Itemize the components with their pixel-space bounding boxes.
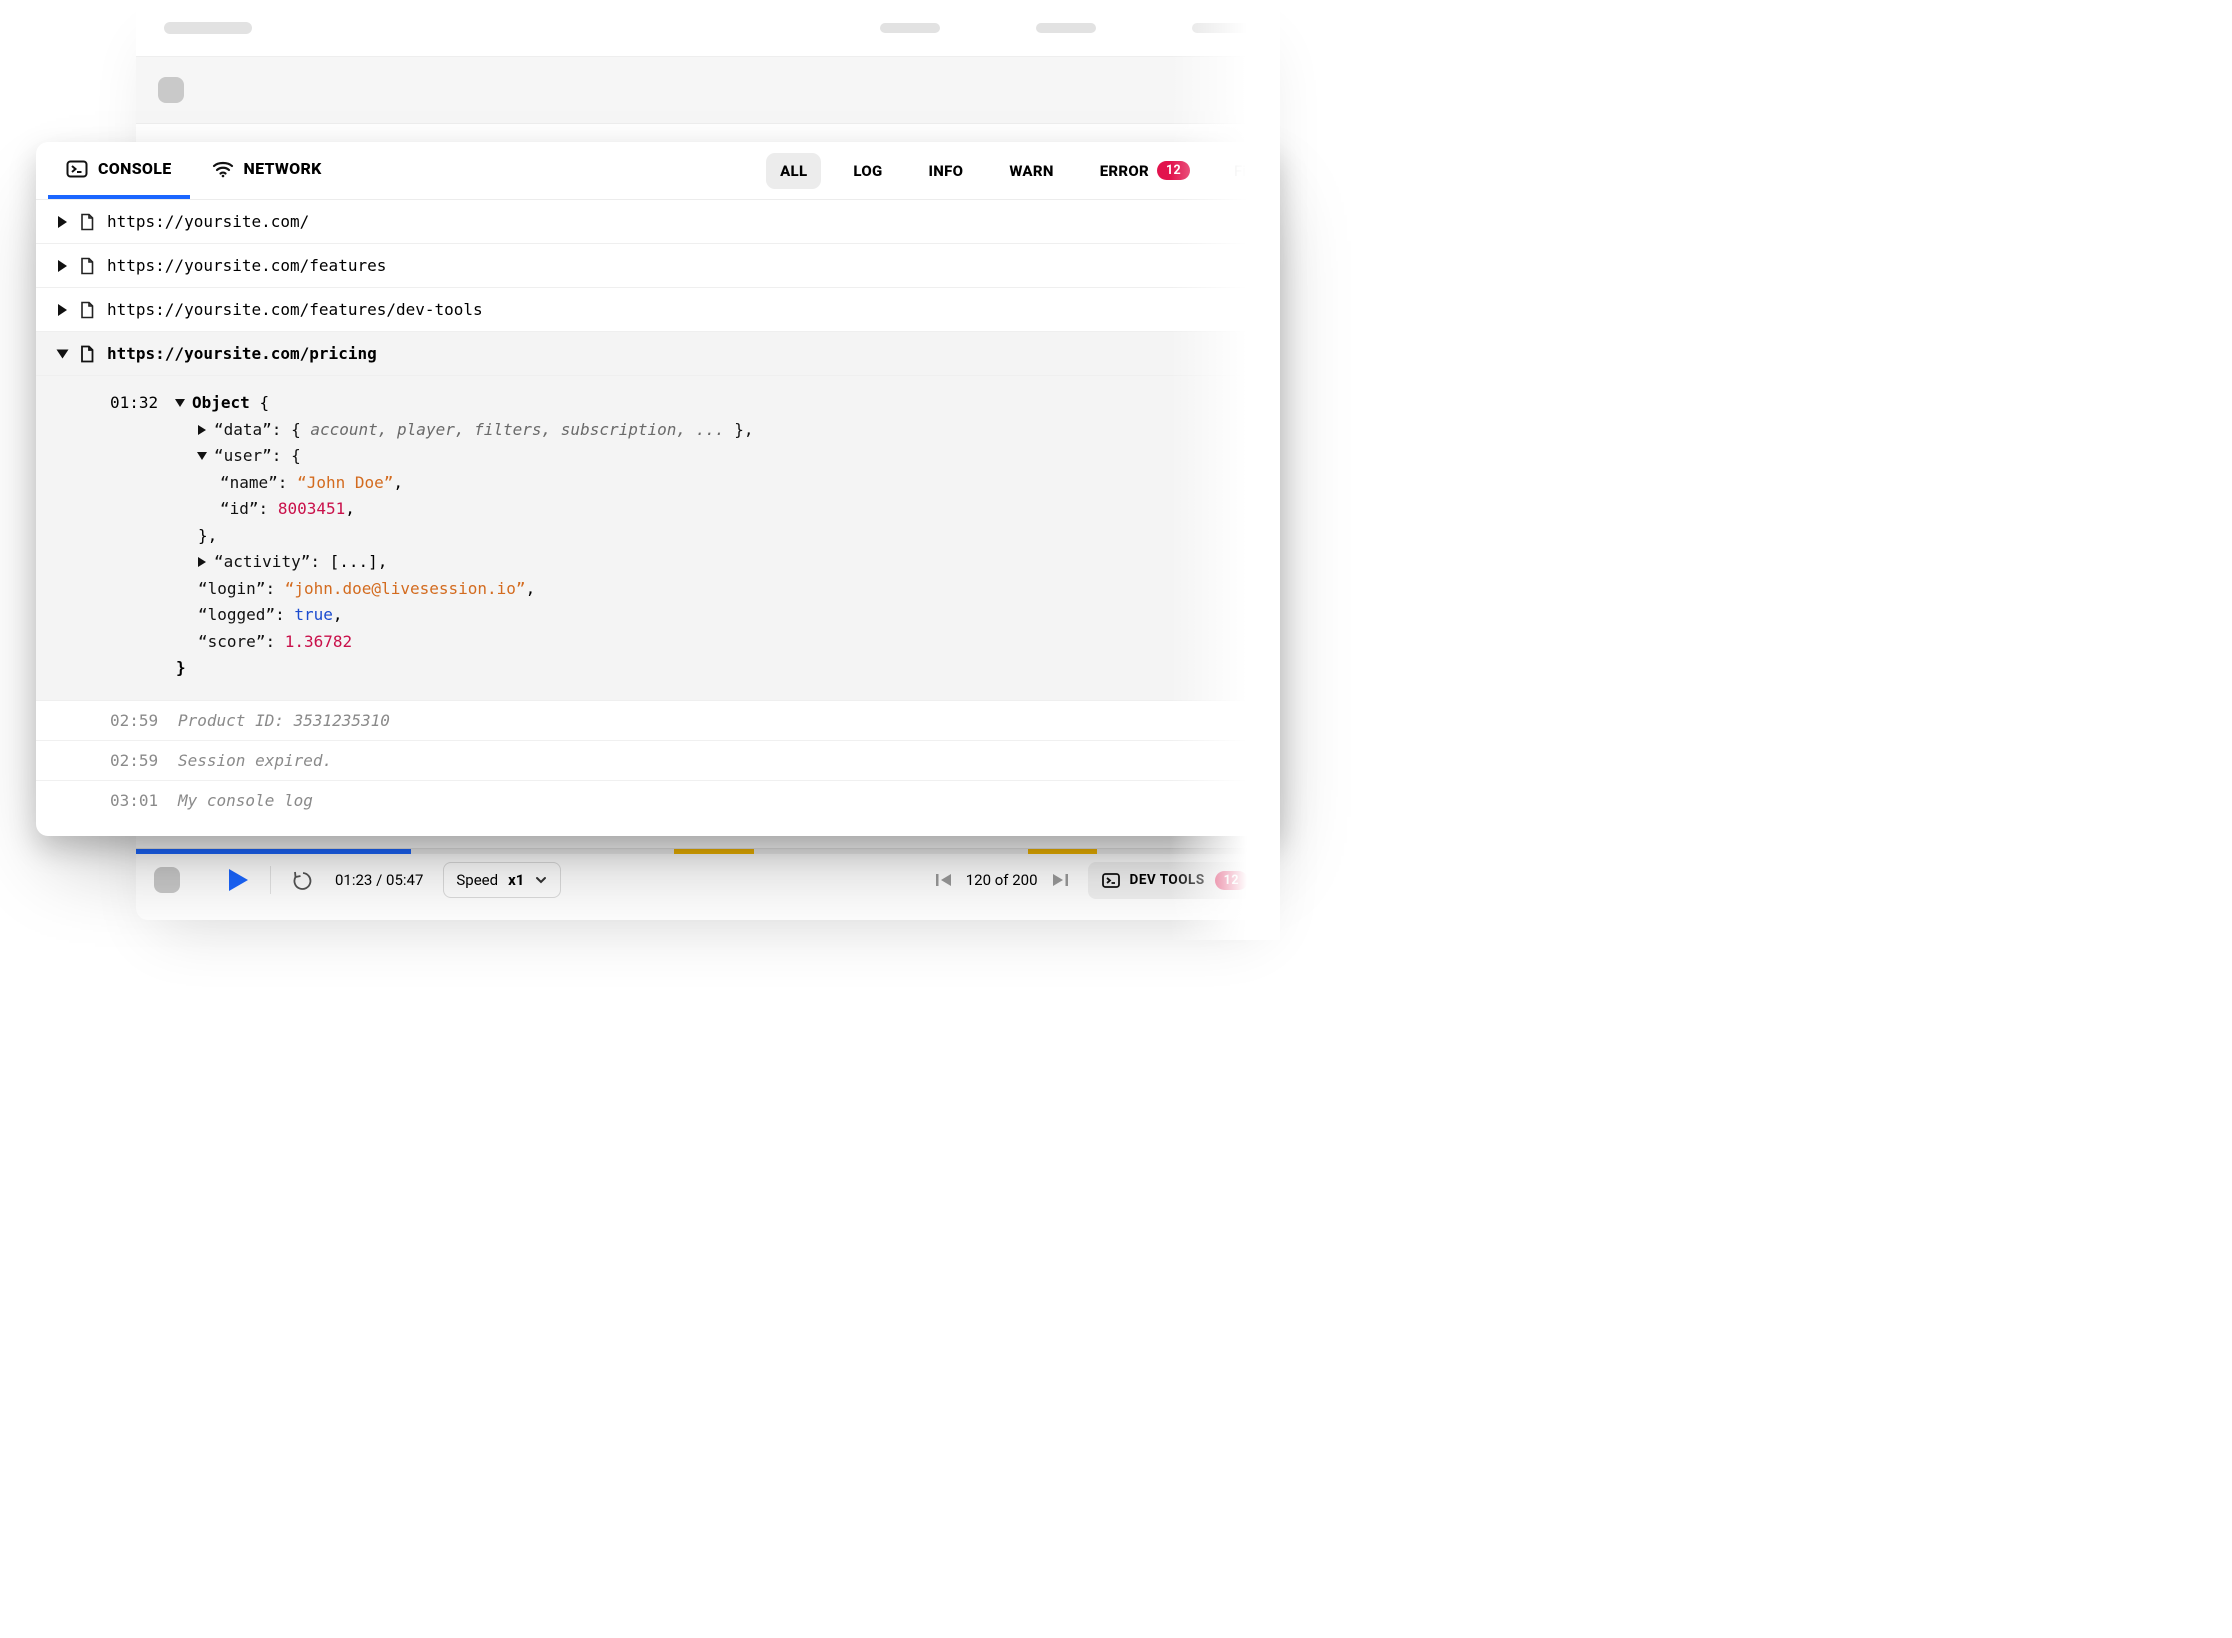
replay-browser-topbar — [136, 0, 1280, 56]
caret-down-icon — [175, 399, 185, 407]
time-total: 05:47 — [386, 871, 423, 889]
divider — [270, 866, 271, 894]
page-row[interactable]: https://yoursite.com/features/dev-tools — [36, 288, 1280, 332]
devtools-panel: CONSOLE NETWORK ALL LOG INFO WARN ERROR … — [36, 142, 1280, 836]
log-timestamp: 02:59 — [110, 711, 160, 730]
tab-console-label: CONSOLE — [98, 159, 172, 178]
file-icon — [79, 345, 95, 363]
prev-session-button[interactable] — [936, 872, 954, 888]
time-display: 01:23 / 05:47 — [335, 871, 423, 889]
user-avatar — [154, 867, 180, 893]
page-row[interactable]: https://yoursite.com/features — [36, 244, 1280, 288]
console-object: 01:32 Object { “data”: { account, player… — [36, 376, 1280, 701]
object-key-user-id: “id”: 8003451, — [176, 496, 753, 523]
devtools-tabbar: CONSOLE NETWORK ALL LOG INFO WARN ERROR … — [36, 142, 1280, 200]
log-timestamp: 03:01 — [110, 791, 160, 810]
filter-input[interactable]: Filter — [1228, 162, 1268, 180]
log-message: My console log — [178, 791, 313, 810]
caret-down-icon — [197, 452, 207, 460]
filter-log[interactable]: LOG — [839, 153, 896, 189]
tab-console[interactable]: CONSOLE — [48, 142, 190, 199]
log-row[interactable]: 02:59 Product ID: 3531235310 — [36, 701, 1280, 741]
caret-right-icon — [58, 216, 67, 228]
file-icon — [79, 257, 95, 275]
object-key-data[interactable]: “data”: { account, player, filters, subs… — [176, 417, 753, 444]
caret-down-icon — [57, 349, 69, 358]
tab-network[interactable]: NETWORK — [194, 142, 340, 199]
log-level-filters: ALL LOG INFO WARN ERROR 12 Filter — [766, 152, 1268, 189]
skeleton-title — [164, 22, 252, 34]
object-key-user-name: “name”: “John Doe”, — [176, 470, 753, 497]
file-icon — [79, 301, 95, 319]
console-icon — [1102, 873, 1120, 888]
page-url: https://yoursite.com/features/dev-tools — [107, 300, 483, 319]
object-header[interactable]: Object { — [176, 390, 753, 417]
tab-network-label: NETWORK — [244, 159, 322, 178]
page-url: https://yoursite.com/ — [107, 212, 309, 231]
filter-all[interactable]: ALL — [766, 153, 821, 189]
session-pager: 120 of 200 — [936, 871, 1068, 889]
filter-info[interactable]: INFO — [915, 153, 978, 189]
log-timestamp: 01:32 — [110, 390, 160, 417]
page-row[interactable]: https://yoursite.com/pricing — [36, 332, 1280, 376]
devtools-toggle-button[interactable]: DEV TOOLS 12 — [1088, 862, 1262, 899]
wifi-icon — [212, 160, 234, 178]
error-count-badge: 12 — [1157, 161, 1190, 180]
skeleton-nav-item — [880, 23, 940, 33]
skeleton-nav-item — [1036, 23, 1096, 33]
log-row[interactable]: 03:01 My console log — [36, 781, 1280, 820]
speed-label: Speed — [456, 871, 498, 889]
devtools-badge: 12 — [1215, 871, 1248, 890]
time-current: 01:23 — [335, 871, 372, 889]
console-icon — [66, 160, 88, 178]
object-key-user[interactable]: “user”: { — [176, 443, 753, 470]
log-message: Session expired. — [178, 751, 332, 770]
object-key-login: “login”: “john.doe@livesession.io”, — [176, 576, 753, 603]
page-url: https://yoursite.com/features — [107, 256, 386, 275]
speed-value: x1 — [508, 871, 524, 889]
chevron-down-icon — [534, 873, 548, 887]
log-row[interactable]: 02:59 Session expired. — [36, 741, 1280, 781]
object-key-score: “score”: 1.36782 — [176, 629, 753, 656]
caret-right-icon — [58, 304, 67, 316]
object-close: } — [176, 655, 753, 682]
rewind-button[interactable] — [291, 868, 315, 892]
page-row[interactable]: https://yoursite.com/ — [36, 200, 1280, 244]
pager-text: 120 of 200 — [966, 871, 1038, 889]
object-key-logged: “logged”: true, — [176, 602, 753, 629]
console-log-area: https://yoursite.com/ https://yoursite.c… — [36, 200, 1280, 836]
caret-right-icon — [58, 260, 67, 272]
avatar-placeholder — [158, 77, 184, 103]
object-key-activity[interactable]: “activity”: [...], — [176, 549, 753, 576]
log-message: Product ID: 3531235310 — [178, 711, 390, 730]
next-session-button[interactable] — [1050, 872, 1068, 888]
speed-selector[interactable]: Speed x1 — [443, 862, 561, 898]
replay-browser-header — [136, 56, 1280, 124]
log-timestamp: 02:59 — [110, 751, 160, 770]
file-icon — [79, 213, 95, 231]
object-user-close: }, — [176, 523, 753, 550]
player-bar: 01:23 / 05:47 Speed x1 120 of 200 — [136, 848, 1280, 906]
caret-right-icon — [198, 425, 206, 435]
caret-right-icon — [198, 557, 206, 567]
devtools-label: DEV TOOLS — [1130, 872, 1205, 888]
page-url: https://yoursite.com/pricing — [107, 344, 377, 363]
skeleton-nav-item — [1192, 23, 1252, 33]
play-button[interactable] — [226, 867, 250, 893]
filter-warn[interactable]: WARN — [995, 153, 1067, 189]
filter-error[interactable]: ERROR 12 — [1086, 152, 1204, 189]
